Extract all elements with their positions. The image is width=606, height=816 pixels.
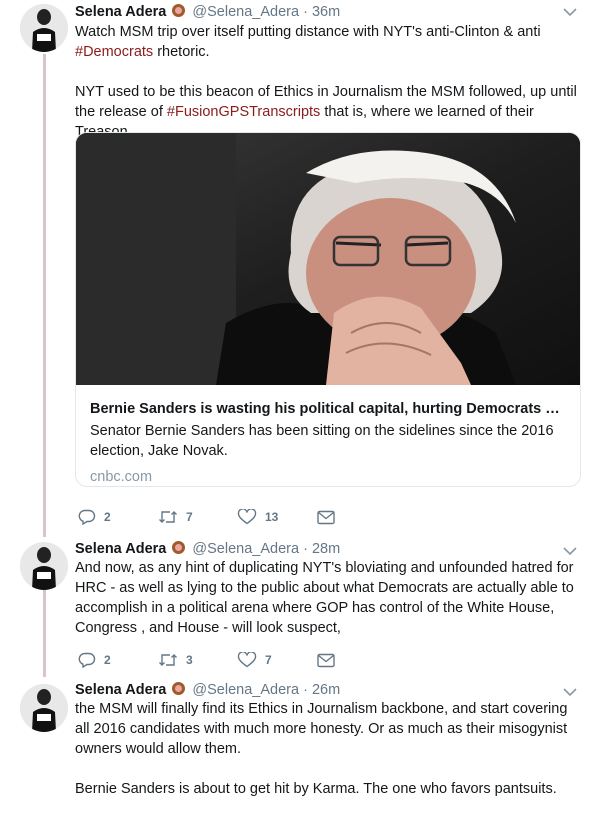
reply-button[interactable]: 2 bbox=[78, 507, 111, 527]
tweet[interactable]: Selena Adera @Selena_Adera · 26m the MSM… bbox=[0, 678, 606, 816]
tweet-actions: 2 3 7 bbox=[75, 650, 375, 670]
like-count: 13 bbox=[265, 510, 279, 524]
direct-message-button[interactable] bbox=[317, 650, 343, 670]
reply-count: 2 bbox=[104, 510, 111, 524]
author-name[interactable]: Selena Adera bbox=[75, 541, 166, 557]
separator-dot: · bbox=[303, 682, 308, 698]
like-button[interactable]: 7 bbox=[237, 650, 272, 670]
author-handle[interactable]: @Selena_Adera bbox=[192, 541, 299, 557]
tweet-actions: 2 7 13 bbox=[75, 507, 375, 527]
timestamp[interactable]: 28m bbox=[312, 541, 340, 557]
reply-button[interactable]: 2 bbox=[78, 650, 111, 670]
author-name[interactable]: Selena Adera bbox=[75, 4, 166, 20]
donut-icon bbox=[172, 682, 186, 695]
reply-icon bbox=[78, 509, 96, 525]
separator-dot: · bbox=[303, 541, 308, 557]
avatar[interactable] bbox=[20, 4, 68, 52]
hashtag-link[interactable]: #Democrats bbox=[75, 44, 153, 60]
envelope-icon bbox=[317, 653, 335, 667]
avatar[interactable] bbox=[20, 684, 68, 732]
retweet-button[interactable]: 7 bbox=[158, 507, 193, 527]
avatar[interactable] bbox=[20, 542, 68, 590]
card-description: Senator Bernie Sanders has been sitting … bbox=[90, 423, 554, 459]
card-title[interactable]: Bernie Sanders is wasting his political … bbox=[90, 399, 566, 419]
like-button[interactable]: 13 bbox=[237, 507, 278, 527]
chevron-down-icon[interactable] bbox=[562, 545, 578, 557]
author-name[interactable]: Selena Adera bbox=[75, 682, 166, 698]
heart-icon bbox=[237, 652, 257, 668]
envelope-icon bbox=[317, 510, 335, 524]
tweet-text: Watch MSM trip over itself putting dista… bbox=[75, 22, 584, 62]
tweet-text: And now, as any hint of duplicating NYT'… bbox=[75, 560, 574, 636]
chevron-down-icon[interactable] bbox=[562, 686, 578, 698]
card-image bbox=[76, 133, 580, 385]
donut-icon bbox=[172, 541, 186, 554]
tweet-text-segment: Watch MSM trip over itself putting dista… bbox=[75, 24, 541, 40]
direct-message-button[interactable] bbox=[317, 507, 343, 527]
heart-icon bbox=[237, 509, 257, 525]
tweet-text: Bernie Sanders is about to get hit by Ka… bbox=[75, 781, 557, 797]
card-domain: cnbc.com bbox=[90, 469, 153, 485]
retweet-icon bbox=[159, 511, 177, 523]
reply-icon bbox=[78, 652, 96, 668]
retweet-button[interactable]: 3 bbox=[158, 650, 193, 670]
link-card[interactable]: Bernie Sanders is wasting his political … bbox=[75, 132, 581, 487]
retweet-icon bbox=[159, 654, 177, 666]
tweet-text-segment: rhetoric. bbox=[157, 44, 210, 60]
retweet-count: 7 bbox=[186, 510, 193, 524]
like-count: 7 bbox=[265, 653, 272, 667]
author-handle[interactable]: @Selena_Adera bbox=[192, 4, 299, 20]
tweet[interactable]: Selena Adera @Selena_Adera · 28m And now… bbox=[0, 537, 606, 672]
retweet-count: 3 bbox=[186, 653, 193, 667]
chevron-down-icon[interactable] bbox=[562, 6, 578, 18]
timestamp[interactable]: 26m bbox=[312, 682, 340, 698]
hashtag-link[interactable]: #FusionGPSTranscripts bbox=[167, 104, 320, 120]
author-handle[interactable]: @Selena_Adera bbox=[192, 682, 299, 698]
donut-icon bbox=[172, 4, 186, 17]
tweet-text: the MSM will finally find its Ethics in … bbox=[75, 701, 568, 757]
tweet[interactable]: Selena Adera @Selena_Adera · 36m Watch M… bbox=[0, 0, 606, 537]
reply-count: 2 bbox=[104, 653, 111, 667]
timestamp[interactable]: 36m bbox=[312, 4, 340, 20]
separator-dot: · bbox=[303, 4, 308, 20]
